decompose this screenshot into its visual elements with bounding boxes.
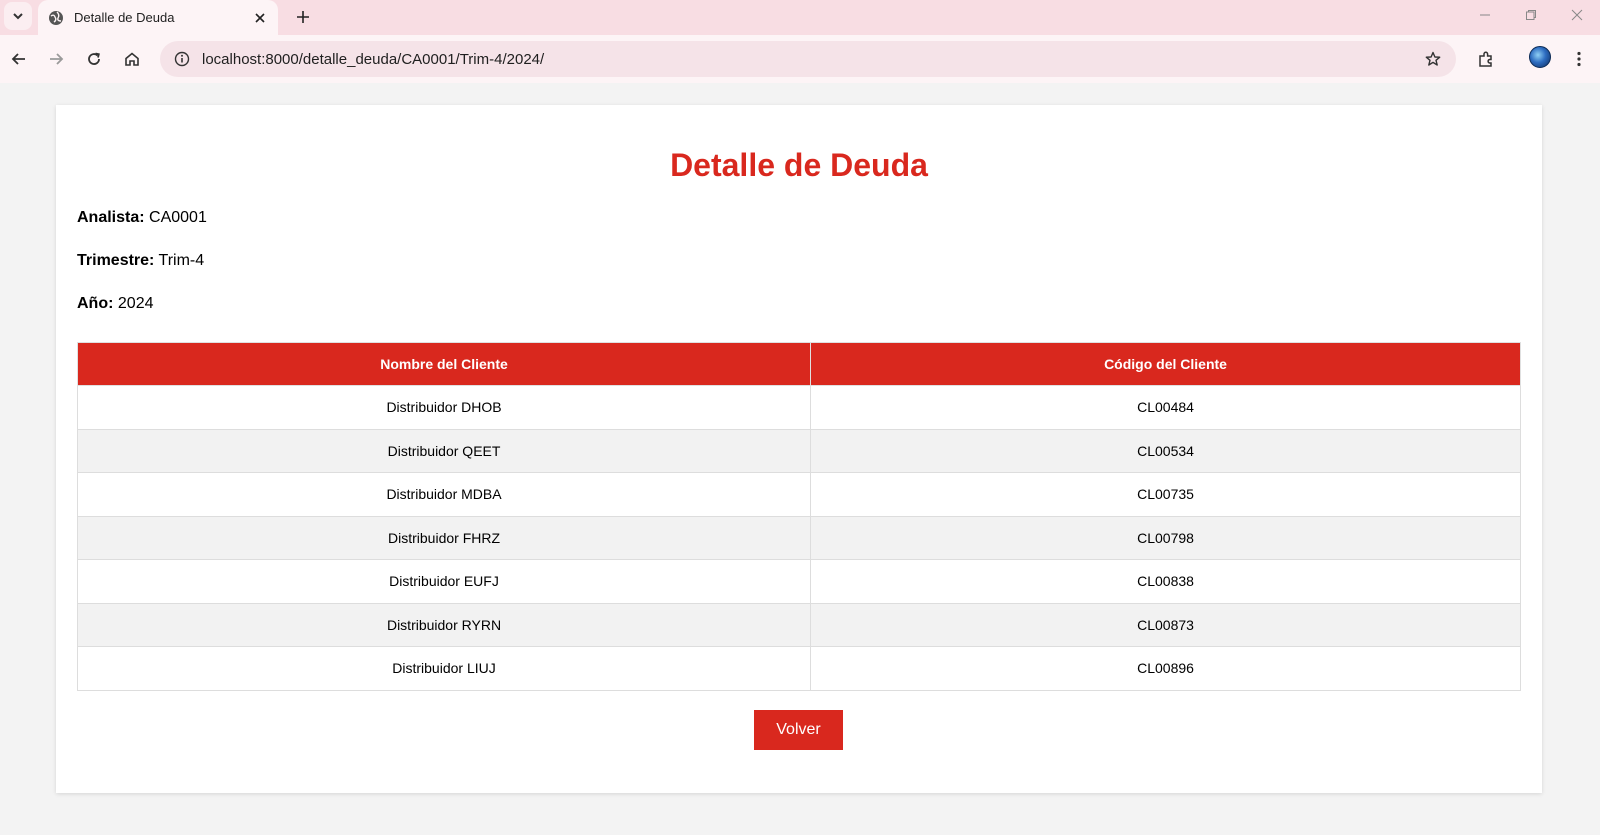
client-name-cell: Distribuidor EUFJ [76,559,812,604]
home-icon[interactable] [117,44,147,74]
client-code-cell: CL00896 [810,646,1521,691]
restore-icon[interactable] [1508,0,1554,30]
url-text[interactable]: localhost:8000/detalle_deuda/CA0001/Trim… [202,51,1422,68]
browser-tab[interactable]: Detalle de Deuda [38,0,278,35]
more-vert-icon[interactable] [1564,44,1594,74]
table-row: Distribuidor MDBA CL00735 [76,472,1521,517]
year-label: Año: [77,295,114,312]
plus-icon[interactable] [290,4,316,30]
minimize-icon[interactable] [1462,0,1508,30]
header-client-code: Código del Cliente [810,342,1521,386]
quarter-line: Trimestre: Trim-4 [77,252,204,270]
client-code-cell: CL00873 [810,602,1521,647]
table-row: Distribuidor EUFJ CL00838 [76,559,1521,604]
forward-arrow-icon[interactable] [41,44,71,74]
client-name-cell: Distribuidor DHOB [76,385,812,430]
client-code-cell: CL00534 [810,428,1521,473]
extensions-icon[interactable] [1471,44,1501,74]
globe-icon [48,10,64,26]
table-row: Distribuidor RYRN CL00873 [76,602,1521,647]
content-card: Detalle de Deuda Analista: CA0001 Trimes… [56,105,1542,793]
window-controls [1462,0,1600,30]
analyst-line: Analista: CA0001 [77,209,207,227]
browser-toolbar: localhost:8000/detalle_deuda/CA0001/Trim… [0,35,1600,83]
close-icon[interactable] [252,10,268,26]
client-name-cell: Distribuidor RYRN [76,602,812,647]
client-code-cell: CL00735 [810,472,1521,517]
year-line: Año: 2024 [77,295,153,313]
info-icon[interactable] [172,49,192,69]
window-close-icon[interactable] [1554,0,1600,30]
table-row: Distribuidor DHOB CL00484 [76,385,1521,430]
analyst-label: Analista: [77,209,145,226]
client-name-cell: Distribuidor LIUJ [76,646,812,691]
client-name-cell: Distribuidor QEET [76,428,812,473]
page-title: Detalle de Deuda [670,147,928,183]
profile-avatar[interactable] [1529,46,1551,68]
client-code-cell: CL00484 [810,385,1521,430]
client-name-cell: Distribuidor FHRZ [76,515,812,560]
debt-table: Nombre del Cliente Código del Cliente Di… [76,342,1521,691]
quarter-label: Trimestre: [77,252,155,269]
reload-icon[interactable] [79,44,109,74]
table-row: Distribuidor QEET CL00534 [76,428,1521,473]
tab-title: Detalle de Deuda [74,10,175,25]
analyst-value: CA0001 [149,209,207,226]
address-bar[interactable]: localhost:8000/detalle_deuda/CA0001/Trim… [160,41,1456,77]
client-code-cell: CL00838 [810,559,1521,604]
header-client-name: Nombre del Cliente [76,342,812,386]
table-row: Distribuidor FHRZ CL00798 [76,515,1521,560]
year-value: 2024 [117,295,154,312]
browser-tab-bar: Detalle de Deuda [0,0,1600,35]
star-icon[interactable] [1422,48,1444,70]
table-header-row: Nombre del Cliente Código del Cliente [76,342,1521,386]
client-code-cell: CL00798 [810,515,1521,560]
table-row: Distribuidor LIUJ CL00896 [76,646,1521,691]
quarter-value: Trim-4 [158,252,205,269]
back-arrow-icon[interactable] [4,44,34,74]
tab-search-icon[interactable] [4,2,32,30]
back-button[interactable]: Volver [754,710,843,750]
client-name-cell: Distribuidor MDBA [76,472,812,517]
